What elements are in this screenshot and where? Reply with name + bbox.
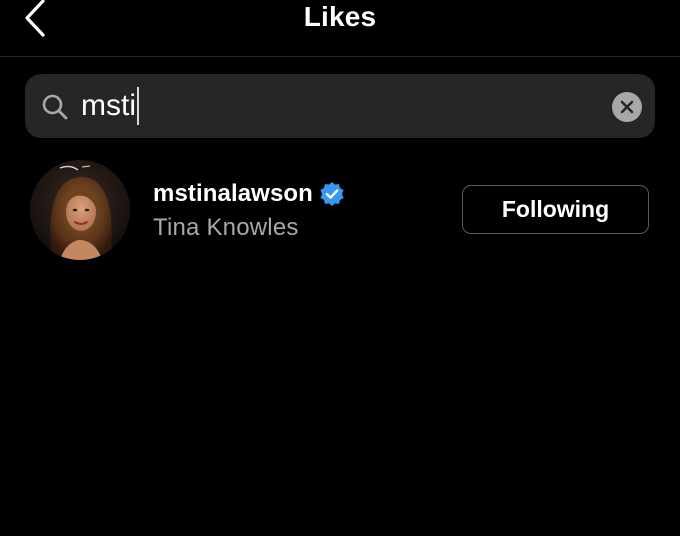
- following-button[interactable]: Following: [462, 185, 649, 234]
- verified-badge-icon: [320, 182, 344, 206]
- user-info: mstinalawson Tina Knowles: [153, 178, 345, 242]
- search-input[interactable]: msti: [81, 86, 541, 126]
- page-title: Likes: [303, 1, 377, 32]
- close-icon: [620, 100, 634, 114]
- search-icon: [42, 94, 68, 120]
- profile-photo: [30, 160, 130, 260]
- text-caret: [137, 87, 139, 125]
- clear-search-button[interactable]: [612, 92, 642, 122]
- header-bar: Likes: [0, 0, 680, 57]
- avatar[interactable]: [30, 160, 130, 260]
- search-input-value: msti: [81, 89, 136, 122]
- username-line: mstinalawson: [153, 178, 345, 210]
- search-bar[interactable]: msti: [25, 74, 655, 138]
- list-item[interactable]: mstinalawson Tina Knowles Following: [0, 156, 680, 266]
- username[interactable]: mstinalawson: [153, 180, 313, 208]
- full-name: Tina Knowles: [153, 214, 299, 241]
